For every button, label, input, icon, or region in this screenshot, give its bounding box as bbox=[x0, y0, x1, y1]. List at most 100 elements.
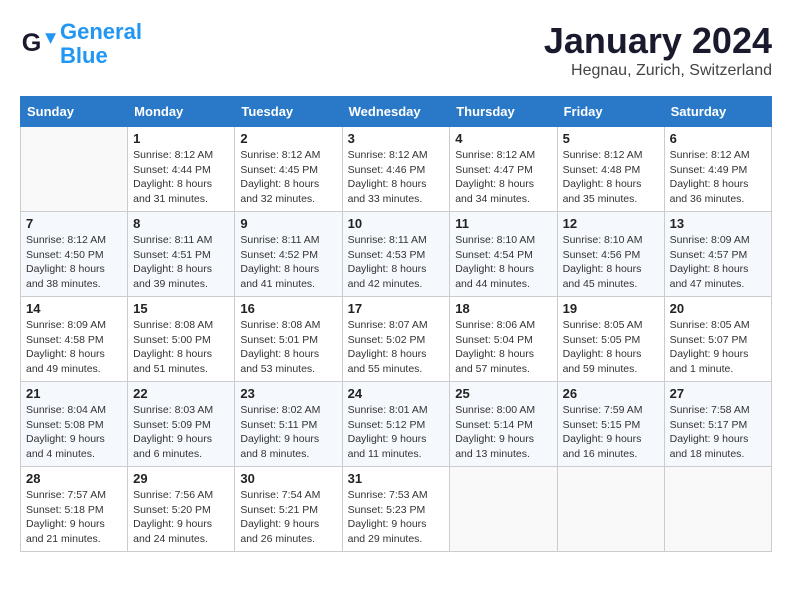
calendar-cell: 29Sunrise: 7:56 AM Sunset: 5:20 PM Dayli… bbox=[128, 467, 235, 552]
day-info: Sunrise: 8:12 AM Sunset: 4:49 PM Dayligh… bbox=[670, 148, 766, 207]
day-number: 16 bbox=[240, 301, 336, 316]
month-title: January 2024 bbox=[544, 20, 772, 62]
day-info: Sunrise: 8:11 AM Sunset: 4:52 PM Dayligh… bbox=[240, 233, 336, 292]
day-info: Sunrise: 7:59 AM Sunset: 5:15 PM Dayligh… bbox=[563, 403, 659, 462]
day-number: 24 bbox=[348, 386, 445, 401]
weekday-header-tuesday: Tuesday bbox=[235, 97, 342, 127]
day-number: 20 bbox=[670, 301, 766, 316]
calendar-cell: 17 Sunrise: 8:07 AM Sunset: 5:02 PM Dayli… bbox=[342, 297, 450, 382]
calendar-cell: 12Sunrise: 8:10 AM Sunset: 4:56 PM Dayli… bbox=[557, 212, 664, 297]
day-number: 29 bbox=[133, 471, 229, 486]
day-number: 26 bbox=[563, 386, 659, 401]
day-number: 4 bbox=[455, 131, 551, 146]
day-info: Sunrise: 8:10 AM Sunset: 4:54 PM Dayligh… bbox=[455, 233, 551, 292]
calendar-cell: 3 Sunrise: 8:12 AM Sunset: 4:46 PM Daylig… bbox=[342, 127, 450, 212]
day-info: Sunrise: 8:04 AM Sunset: 5:08 PM Dayligh… bbox=[26, 403, 122, 462]
calendar-cell bbox=[21, 127, 128, 212]
weekday-header-friday: Friday bbox=[557, 97, 664, 127]
calendar-cell: 9 Sunrise: 8:11 AM Sunset: 4:52 PM Daylig… bbox=[235, 212, 342, 297]
weekday-header-saturday: Saturday bbox=[664, 97, 771, 127]
calendar-table: SundayMondayTuesdayWednesdayThursdayFrid… bbox=[20, 96, 772, 552]
day-number: 11 bbox=[455, 216, 551, 231]
day-info: Sunrise: 7:57 AM Sunset: 5:18 PM Dayligh… bbox=[26, 488, 122, 547]
week-row-2: 14 Sunrise: 8:09 AM Sunset: 4:58 PM Dayli… bbox=[21, 297, 772, 382]
calendar-cell: 13 Sunrise: 8:09 AM Sunset: 4:57 PM Dayli… bbox=[664, 212, 771, 297]
day-number: 27 bbox=[670, 386, 766, 401]
calendar-cell: 31Sunrise: 7:53 AM Sunset: 5:23 PM Dayli… bbox=[342, 467, 450, 552]
day-number: 19 bbox=[563, 301, 659, 316]
logo: G General Blue bbox=[20, 20, 142, 68]
weekday-header-wednesday: Wednesday bbox=[342, 97, 450, 127]
calendar-cell: 16 Sunrise: 8:08 AM Sunset: 5:01 PM Dayli… bbox=[235, 297, 342, 382]
day-info: Sunrise: 8:11 AM Sunset: 4:51 PM Dayligh… bbox=[133, 233, 229, 292]
day-number: 7 bbox=[26, 216, 122, 231]
page-header: G General Blue January 2024 Hegnau, Zuri… bbox=[20, 20, 772, 80]
day-number: 5 bbox=[563, 131, 659, 146]
calendar-cell: 19Sunrise: 8:05 AM Sunset: 5:05 PM Dayli… bbox=[557, 297, 664, 382]
day-number: 13 bbox=[670, 216, 766, 231]
day-info: Sunrise: 8:08 AM Sunset: 5:00 PM Dayligh… bbox=[133, 318, 229, 377]
logo-icon: G bbox=[20, 26, 56, 62]
day-info: Sunrise: 8:12 AM Sunset: 4:46 PM Dayligh… bbox=[348, 148, 445, 207]
day-number: 30 bbox=[240, 471, 336, 486]
week-row-4: 28Sunrise: 7:57 AM Sunset: 5:18 PM Dayli… bbox=[21, 467, 772, 552]
day-info: Sunrise: 8:01 AM Sunset: 5:12 PM Dayligh… bbox=[348, 403, 445, 462]
week-row-1: 7 Sunrise: 8:12 AM Sunset: 4:50 PM Daylig… bbox=[21, 212, 772, 297]
day-number: 14 bbox=[26, 301, 122, 316]
calendar-cell: 8 Sunrise: 8:11 AM Sunset: 4:51 PM Daylig… bbox=[128, 212, 235, 297]
day-info: Sunrise: 8:08 AM Sunset: 5:01 PM Dayligh… bbox=[240, 318, 336, 377]
day-number: 21 bbox=[26, 386, 122, 401]
day-info: Sunrise: 8:09 AM Sunset: 4:58 PM Dayligh… bbox=[26, 318, 122, 377]
calendar-cell: 27Sunrise: 7:58 AM Sunset: 5:17 PM Dayli… bbox=[664, 382, 771, 467]
day-number: 3 bbox=[348, 131, 445, 146]
day-number: 10 bbox=[348, 216, 445, 231]
calendar-cell: 14 Sunrise: 8:09 AM Sunset: 4:58 PM Dayli… bbox=[21, 297, 128, 382]
calendar-cell: 11 Sunrise: 8:10 AM Sunset: 4:54 PM Dayli… bbox=[450, 212, 557, 297]
day-number: 15 bbox=[133, 301, 229, 316]
day-number: 9 bbox=[240, 216, 336, 231]
day-info: Sunrise: 7:54 AM Sunset: 5:21 PM Dayligh… bbox=[240, 488, 336, 547]
svg-text:G: G bbox=[22, 29, 42, 57]
day-info: Sunrise: 8:09 AM Sunset: 4:57 PM Dayligh… bbox=[670, 233, 766, 292]
day-info: Sunrise: 8:00 AM Sunset: 5:14 PM Dayligh… bbox=[455, 403, 551, 462]
location: Hegnau, Zurich, Switzerland bbox=[544, 62, 772, 80]
calendar-cell: 26 Sunrise: 7:59 AM Sunset: 5:15 PM Dayli… bbox=[557, 382, 664, 467]
day-number: 8 bbox=[133, 216, 229, 231]
weekday-header-row: SundayMondayTuesdayWednesdayThursdayFrid… bbox=[21, 97, 772, 127]
calendar-cell: 15 Sunrise: 8:08 AM Sunset: 5:00 PM Dayli… bbox=[128, 297, 235, 382]
week-row-0: 1Sunrise: 8:12 AM Sunset: 4:44 PM Daylig… bbox=[21, 127, 772, 212]
weekday-header-thursday: Thursday bbox=[450, 97, 557, 127]
day-info: Sunrise: 8:12 AM Sunset: 4:44 PM Dayligh… bbox=[133, 148, 229, 207]
day-number: 6 bbox=[670, 131, 766, 146]
day-info: Sunrise: 8:10 AM Sunset: 4:56 PM Dayligh… bbox=[563, 233, 659, 292]
calendar-cell: 30 Sunrise: 7:54 AM Sunset: 5:21 PM Dayli… bbox=[235, 467, 342, 552]
day-info: Sunrise: 8:07 AM Sunset: 5:02 PM Dayligh… bbox=[348, 318, 445, 377]
day-info: Sunrise: 8:12 AM Sunset: 4:45 PM Dayligh… bbox=[240, 148, 336, 207]
calendar-cell: 23Sunrise: 8:02 AM Sunset: 5:11 PM Dayli… bbox=[235, 382, 342, 467]
calendar-cell: 2Sunrise: 8:12 AM Sunset: 4:45 PM Daylig… bbox=[235, 127, 342, 212]
calendar-cell bbox=[450, 467, 557, 552]
calendar-cell bbox=[664, 467, 771, 552]
day-number: 17 bbox=[348, 301, 445, 316]
weekday-header-sunday: Sunday bbox=[21, 97, 128, 127]
day-info: Sunrise: 8:05 AM Sunset: 5:07 PM Dayligh… bbox=[670, 318, 766, 377]
logo-text: General Blue bbox=[60, 20, 142, 68]
day-info: Sunrise: 8:03 AM Sunset: 5:09 PM Dayligh… bbox=[133, 403, 229, 462]
day-info: Sunrise: 8:12 AM Sunset: 4:50 PM Dayligh… bbox=[26, 233, 122, 292]
day-number: 18 bbox=[455, 301, 551, 316]
day-info: Sunrise: 8:06 AM Sunset: 5:04 PM Dayligh… bbox=[455, 318, 551, 377]
day-info: Sunrise: 8:12 AM Sunset: 4:47 PM Dayligh… bbox=[455, 148, 551, 207]
calendar-cell: 21 Sunrise: 8:04 AM Sunset: 5:08 PM Dayli… bbox=[21, 382, 128, 467]
calendar-cell: 24 Sunrise: 8:01 AM Sunset: 5:12 PM Dayli… bbox=[342, 382, 450, 467]
day-info: Sunrise: 8:11 AM Sunset: 4:53 PM Dayligh… bbox=[348, 233, 445, 292]
title-block: January 2024 Hegnau, Zurich, Switzerland bbox=[544, 20, 772, 80]
calendar-cell: 22 Sunrise: 8:03 AM Sunset: 5:09 PM Dayli… bbox=[128, 382, 235, 467]
calendar-cell: 6 Sunrise: 8:12 AM Sunset: 4:49 PM Daylig… bbox=[664, 127, 771, 212]
day-number: 22 bbox=[133, 386, 229, 401]
day-info: Sunrise: 8:02 AM Sunset: 5:11 PM Dayligh… bbox=[240, 403, 336, 462]
calendar-cell: 28Sunrise: 7:57 AM Sunset: 5:18 PM Dayli… bbox=[21, 467, 128, 552]
calendar-cell bbox=[557, 467, 664, 552]
week-row-3: 21 Sunrise: 8:04 AM Sunset: 5:08 PM Dayli… bbox=[21, 382, 772, 467]
day-info: Sunrise: 7:53 AM Sunset: 5:23 PM Dayligh… bbox=[348, 488, 445, 547]
calendar-cell: 4 Sunrise: 8:12 AM Sunset: 4:47 PM Daylig… bbox=[450, 127, 557, 212]
